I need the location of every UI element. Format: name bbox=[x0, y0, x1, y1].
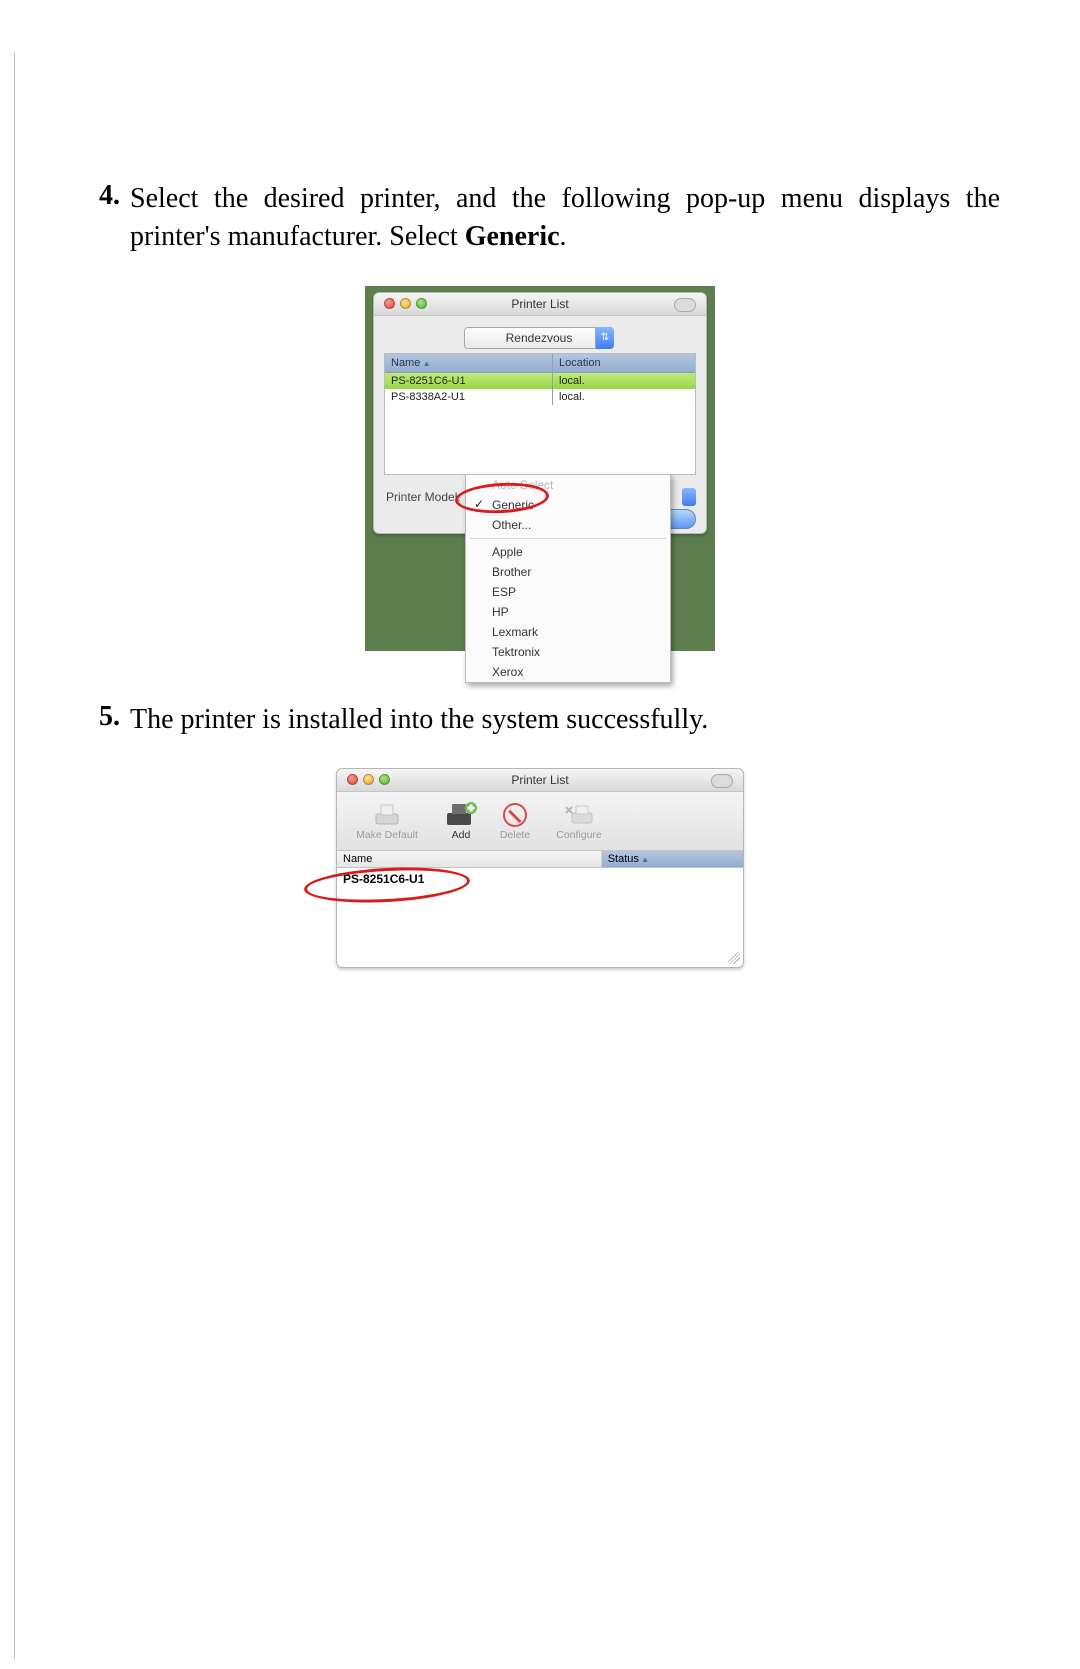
step-4-number: 4. bbox=[80, 180, 126, 256]
menu-item-vendor[interactable]: Lexmark bbox=[466, 622, 670, 642]
printer-plus-icon bbox=[444, 801, 478, 829]
column-header-name[interactable]: Name bbox=[337, 851, 602, 867]
toolbar-label: Delete bbox=[500, 829, 530, 841]
figure-2-wrap: Printer List bbox=[80, 768, 1000, 968]
column-header-status[interactable]: Status bbox=[602, 851, 743, 867]
menu-item-other[interactable]: Other... bbox=[466, 515, 670, 535]
printer-model-menu: Auto Select Generic Other... Apple Broth… bbox=[465, 474, 671, 683]
window-titlebar: Printer List bbox=[374, 293, 706, 316]
document-page: 4. Select the desired printer, and the f… bbox=[0, 0, 1080, 1669]
step-4-bold: Generic bbox=[465, 221, 560, 252]
cell-location: local. bbox=[553, 373, 695, 389]
no-entry-icon bbox=[503, 801, 527, 829]
printer-icon bbox=[372, 801, 402, 829]
chevron-updown-icon: ⇅ bbox=[595, 327, 614, 349]
table-header: Name Status bbox=[337, 851, 743, 868]
delete-button[interactable]: Delete bbox=[495, 801, 535, 841]
close-icon[interactable] bbox=[384, 298, 395, 309]
zoom-icon[interactable] bbox=[379, 774, 390, 785]
toolbar-label: Configure bbox=[556, 829, 602, 841]
step-5-number: 5. bbox=[80, 701, 126, 739]
printer-model-label: Printer Model: bbox=[386, 490, 461, 504]
add-button[interactable]: Add bbox=[441, 801, 481, 841]
cell-location: local. bbox=[553, 389, 695, 405]
menu-separator bbox=[470, 538, 666, 539]
step-5: 5. The printer is installed into the sys… bbox=[80, 701, 1000, 739]
table-header: Name Location bbox=[385, 354, 695, 373]
minimize-icon[interactable] bbox=[363, 774, 374, 785]
menu-item-vendor[interactable]: ESP bbox=[466, 582, 670, 602]
menu-item-vendor[interactable]: Apple bbox=[466, 542, 670, 562]
figure-1: Printer List Rendezvous ⇅ Name Loca bbox=[365, 286, 715, 651]
window-titlebar: Printer List bbox=[337, 769, 743, 792]
table-row[interactable]: PS-8251C6-U1 local. bbox=[385, 373, 695, 389]
menu-item-vendor[interactable]: HP bbox=[466, 602, 670, 622]
menu-item-generic[interactable]: Generic bbox=[466, 495, 670, 515]
menu-item-vendor[interactable]: Tektronix bbox=[466, 642, 670, 662]
printer-gear-icon bbox=[562, 801, 596, 829]
step-4-text-b: . bbox=[560, 221, 567, 252]
toolbar-label: Add bbox=[452, 829, 471, 841]
toolbar-pill-icon[interactable] bbox=[711, 774, 733, 788]
menu-item-auto-select: Auto Select bbox=[466, 475, 670, 495]
zoom-icon[interactable] bbox=[416, 298, 427, 309]
window-title: Printer List bbox=[511, 773, 568, 787]
cell-name: PS-8338A2-U1 bbox=[385, 389, 553, 405]
table-row[interactable]: PS-8251C6-U1 bbox=[337, 868, 743, 890]
toolbar: Make Default Add bbox=[337, 792, 743, 851]
column-header-name[interactable]: Name bbox=[385, 354, 553, 372]
figure-1-wrap: Printer List Rendezvous ⇅ Name Loca bbox=[80, 286, 1000, 651]
minimize-icon[interactable] bbox=[400, 298, 411, 309]
traffic-lights bbox=[384, 298, 427, 309]
close-icon[interactable] bbox=[347, 774, 358, 785]
step-4: 4. Select the desired printer, and the f… bbox=[80, 180, 1000, 256]
browse-method-value: Rendezvous bbox=[506, 331, 573, 345]
window-title: Printer List bbox=[511, 297, 568, 311]
traffic-lights bbox=[347, 774, 390, 785]
page-left-rule bbox=[14, 52, 15, 1659]
make-default-button[interactable]: Make Default bbox=[347, 801, 427, 841]
step-4-text: Select the desired printer, and the foll… bbox=[126, 180, 1000, 256]
resize-grip-icon[interactable] bbox=[728, 952, 740, 964]
printer-list-window-final: Printer List bbox=[336, 768, 744, 968]
menu-item-vendor[interactable]: Brother bbox=[466, 562, 670, 582]
table-body: PS-8251C6-U1 bbox=[337, 868, 743, 968]
printer-model-select-cap[interactable] bbox=[682, 488, 696, 506]
column-header-location[interactable]: Location bbox=[553, 354, 695, 372]
step-5-text: The printer is installed into the system… bbox=[126, 701, 1000, 739]
figure-2: Printer List bbox=[336, 768, 744, 968]
cell-name: PS-8251C6-U1 bbox=[385, 373, 553, 389]
toolbar-label: Make Default bbox=[356, 829, 418, 841]
toolbar-pill-icon[interactable] bbox=[674, 298, 696, 312]
browse-method-select[interactable]: Rendezvous ⇅ bbox=[464, 327, 614, 349]
table-row[interactable]: PS-8338A2-U1 local. bbox=[385, 389, 695, 405]
printer-list-table: Name Location PS-8251C6-U1 local. PS-833… bbox=[384, 353, 696, 475]
configure-button[interactable]: Configure bbox=[549, 801, 609, 841]
menu-item-vendor[interactable]: Xerox bbox=[466, 662, 670, 682]
